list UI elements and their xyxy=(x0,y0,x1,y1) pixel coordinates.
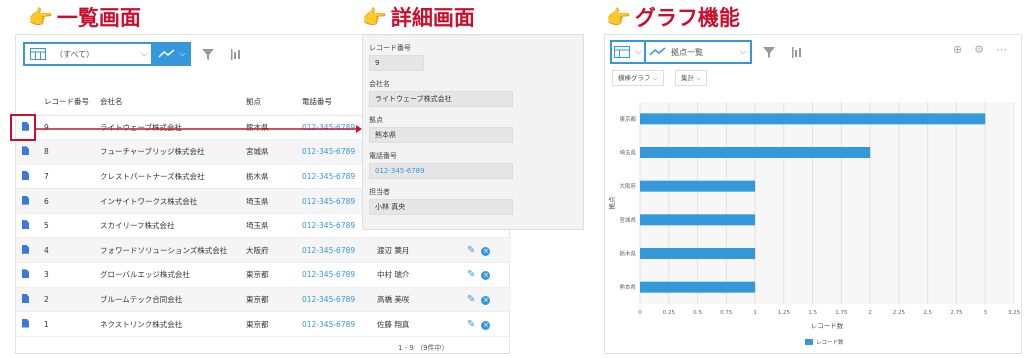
y-tick-label: 熊本県 xyxy=(619,283,636,291)
bar xyxy=(640,113,986,125)
x-tick-label: 2.25 xyxy=(893,310,906,316)
bar xyxy=(640,248,756,259)
line-graph-icon xyxy=(649,47,666,56)
x-tick-label: 2.75 xyxy=(950,310,963,316)
plot-area xyxy=(640,102,1014,304)
aggregate-chart-icon[interactable] xyxy=(786,41,808,63)
x-tick-label: 3 xyxy=(983,310,987,316)
graph-selector-label: 拠点一覧 xyxy=(671,47,703,57)
table-view-button[interactable]: ⌵ xyxy=(610,40,644,64)
field-label-company: 会社名 xyxy=(369,80,390,88)
chevron-down-icon: ⌵ xyxy=(634,47,642,57)
bar xyxy=(640,180,756,192)
field-value-company: ライトウェーブ株式会社 xyxy=(369,91,513,107)
x-tick-label: 0.75 xyxy=(720,310,733,316)
x-tick-label: 2.5 xyxy=(923,310,932,316)
x-tick-label: 0 xyxy=(638,310,642,316)
graph-header-actions: ⊕ ⚙ ⋯ xyxy=(953,43,1007,56)
graph-selector[interactable]: 拠点一覧 ⌵ xyxy=(644,40,752,64)
field-label-owner: 担当者 xyxy=(369,188,390,196)
add-icon[interactable]: ⊕ xyxy=(953,43,962,56)
bar xyxy=(640,147,871,158)
x-axis-label: レコード数 xyxy=(811,321,844,330)
x-tick-label: 1.75 xyxy=(835,310,848,316)
legend-label: レコード数 xyxy=(816,338,844,346)
y-tick-label: 大阪府 xyxy=(619,182,636,190)
aggregate-label: 集計 xyxy=(681,74,694,82)
field-value-phone[interactable]: 012-345-6789 xyxy=(369,163,513,179)
field-value-base: 熊本県 xyxy=(369,127,513,143)
aggregate-dropdown[interactable]: 集計 ⌵ xyxy=(675,70,707,86)
y-tick-label: 東京都 xyxy=(619,115,636,123)
field-value-owner: 小林 真央 xyxy=(369,199,513,215)
table-view-icon xyxy=(612,42,633,62)
x-tick-label: 3.25 xyxy=(1008,310,1021,316)
bar-chart: 0 0.25 0.5 0.75 1 1.25 1.5 1.75 2 2.25 2.5 2.75 3 3.2… xyxy=(607,102,1021,346)
x-tick-label: 0.25 xyxy=(663,310,676,316)
x-tick-label: 1.25 xyxy=(778,310,791,316)
chart-type-dropdown[interactable]: 横棒グラフ ⌵ xyxy=(612,70,664,86)
y-axis-label: 拠点 xyxy=(607,196,616,210)
x-tick-label: 1 xyxy=(753,310,757,316)
y-tick-label: 埼玉県 xyxy=(619,149,636,157)
legend-swatch xyxy=(805,339,813,345)
bar xyxy=(640,281,756,293)
y-tick-label: 宮城県 xyxy=(619,216,636,224)
gear-icon[interactable]: ⚙ xyxy=(974,43,984,56)
chevron-down-icon: ⌵ xyxy=(739,47,747,57)
field-label-record-no: レコード番号 xyxy=(369,44,411,52)
x-tick-label: 1.5 xyxy=(808,310,817,316)
detail-panel: レコード番号 9 会社名 ライトウェーブ株式会社 拠点 熊本県 電話番号 012… xyxy=(362,34,584,230)
field-value-record-no: 9 xyxy=(369,55,424,71)
bar xyxy=(640,214,756,226)
field-label-base: 拠点 xyxy=(369,116,383,124)
field-label-phone: 電話番号 xyxy=(369,152,397,160)
y-tick-label: 栃木県 xyxy=(619,250,636,258)
filter-icon[interactable] xyxy=(758,41,780,63)
x-tick-label: 0.5 xyxy=(693,310,702,316)
more-icon[interactable]: ⋯ xyxy=(996,43,1007,56)
chart-type-label: 横棒グラフ xyxy=(618,74,651,82)
x-tick-label: 2 xyxy=(868,310,872,316)
graph-toolbar: ⌵ 拠点一覧 ⌵ xyxy=(610,40,808,64)
